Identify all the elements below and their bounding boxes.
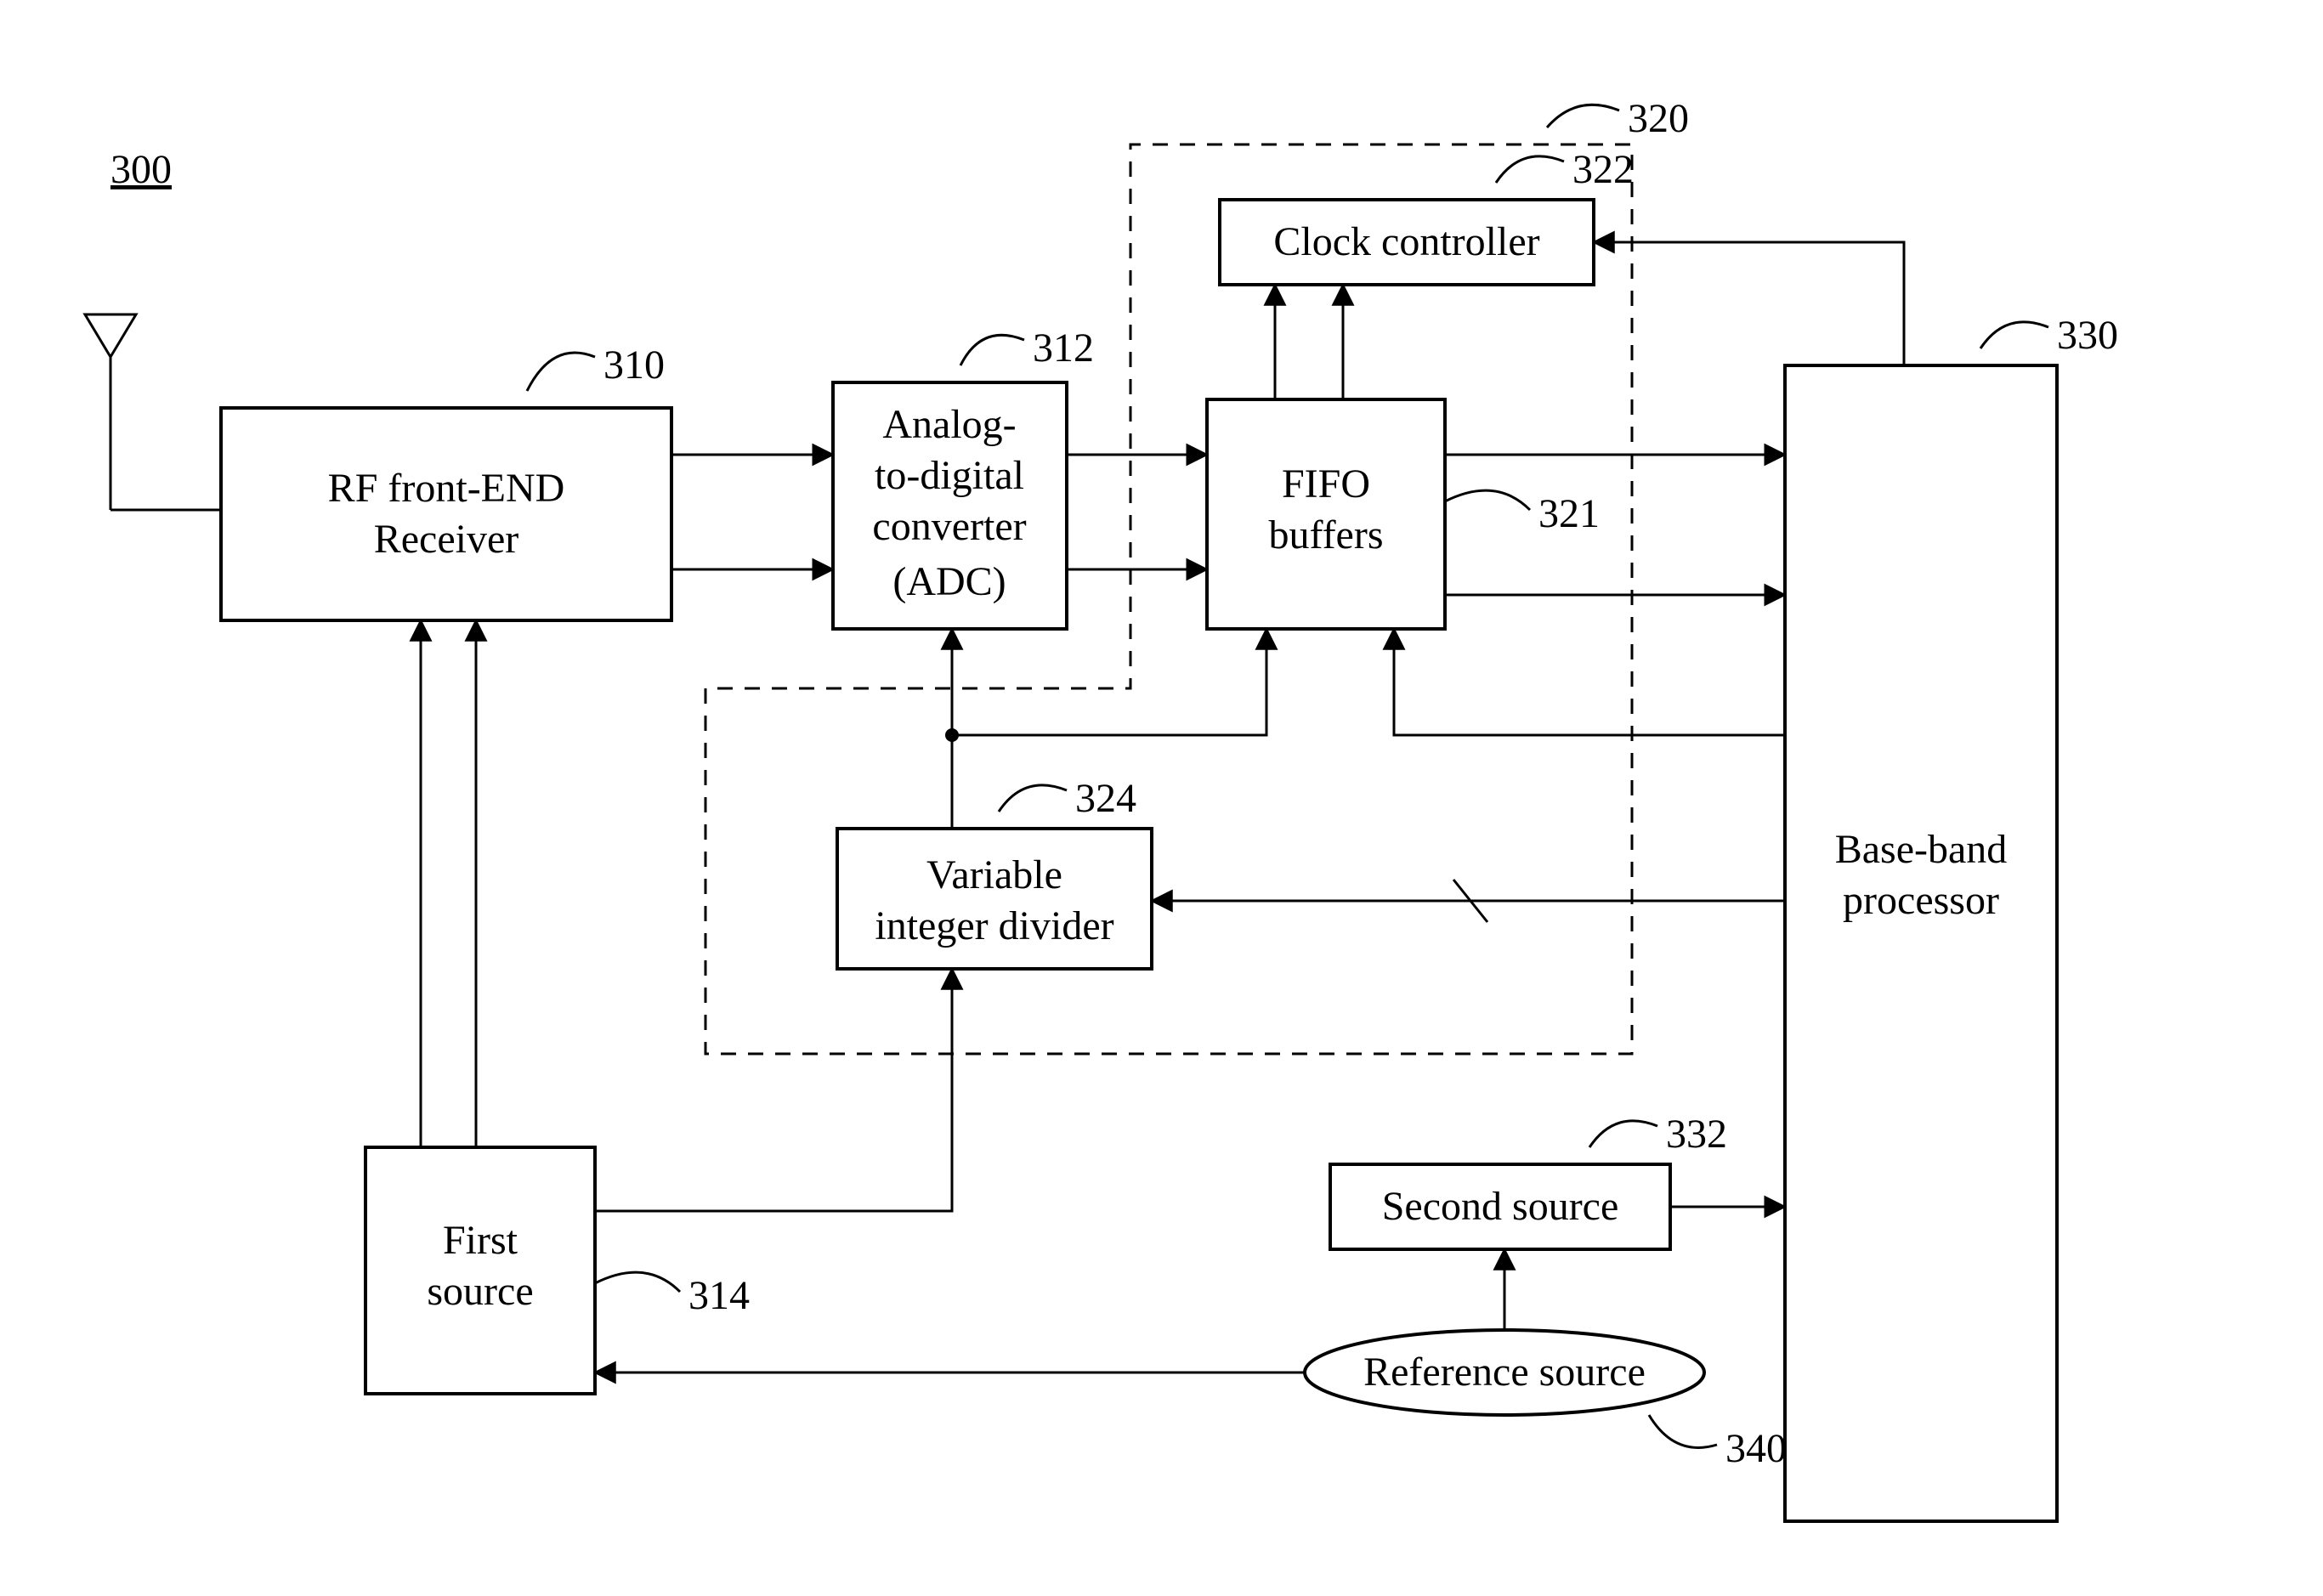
divider-label-1: Variable <box>926 852 1062 897</box>
adc-label-4: (ADC) <box>892 559 1006 604</box>
antenna-icon <box>85 314 221 510</box>
wire-src1-div <box>595 969 952 1211</box>
fifo-label-1: FIFO <box>1282 461 1370 507</box>
wire-div-fifo <box>952 629 1266 735</box>
rf-receiver-label-1: RF front-END <box>328 466 565 511</box>
adc-label-2: to-digital <box>875 453 1024 498</box>
baseband-block: Base-band processor <box>1785 365 2057 1521</box>
reference-source-block: Reference source <box>1305 1330 1704 1415</box>
baseband-label-1: Base-band <box>1835 827 2008 872</box>
fifo-block: FIFO buffers <box>1207 399 1445 629</box>
adc-label-3: converter <box>872 504 1026 549</box>
group-ref: 320 <box>1628 96 1689 141</box>
second-source-label: Second source <box>1382 1184 1619 1229</box>
baseband-ref: 330 <box>2057 313 2118 358</box>
divider-block: Variable integer divider <box>837 829 1152 969</box>
adc-block: Analog- to-digital converter (ADC) <box>833 382 1067 629</box>
clock-controller-block: Clock controller <box>1220 200 1594 285</box>
wire-bb-clk <box>1594 242 1904 365</box>
rf-receiver-label-2: Receiver <box>374 517 519 562</box>
fifo-label-2: buffers <box>1268 512 1383 557</box>
divider-ref: 324 <box>1075 776 1136 821</box>
clock-controller-label: Clock controller <box>1273 219 1539 264</box>
second-source-ref: 332 <box>1666 1112 1727 1157</box>
figure-ref: 300 <box>110 147 172 192</box>
rf-receiver-ref: 310 <box>603 342 665 388</box>
fifo-ref: 321 <box>1538 491 1600 536</box>
reference-source-label: Reference source <box>1363 1350 1646 1395</box>
first-source-block: First source <box>365 1147 595 1394</box>
wire-bb-fifo-clk <box>1394 629 1785 735</box>
block-diagram: 300 RF front-END Receiver 310 Analog- to… <box>0 0 2323 1596</box>
second-source-block: Second source <box>1330 1164 1670 1249</box>
adc-label-1: Analog- <box>882 402 1016 447</box>
rf-receiver-block: RF front-END Receiver <box>221 408 671 620</box>
first-source-label-2: source <box>427 1269 533 1314</box>
divider-label-2: integer divider <box>875 903 1113 948</box>
reference-source-ref: 340 <box>1725 1426 1787 1471</box>
baseband-label-2: processor <box>1843 878 1999 923</box>
first-source-ref: 314 <box>688 1273 750 1318</box>
clock-controller-ref: 322 <box>1572 147 1634 192</box>
adc-ref: 312 <box>1033 325 1094 371</box>
first-source-label-1: First <box>443 1218 518 1263</box>
